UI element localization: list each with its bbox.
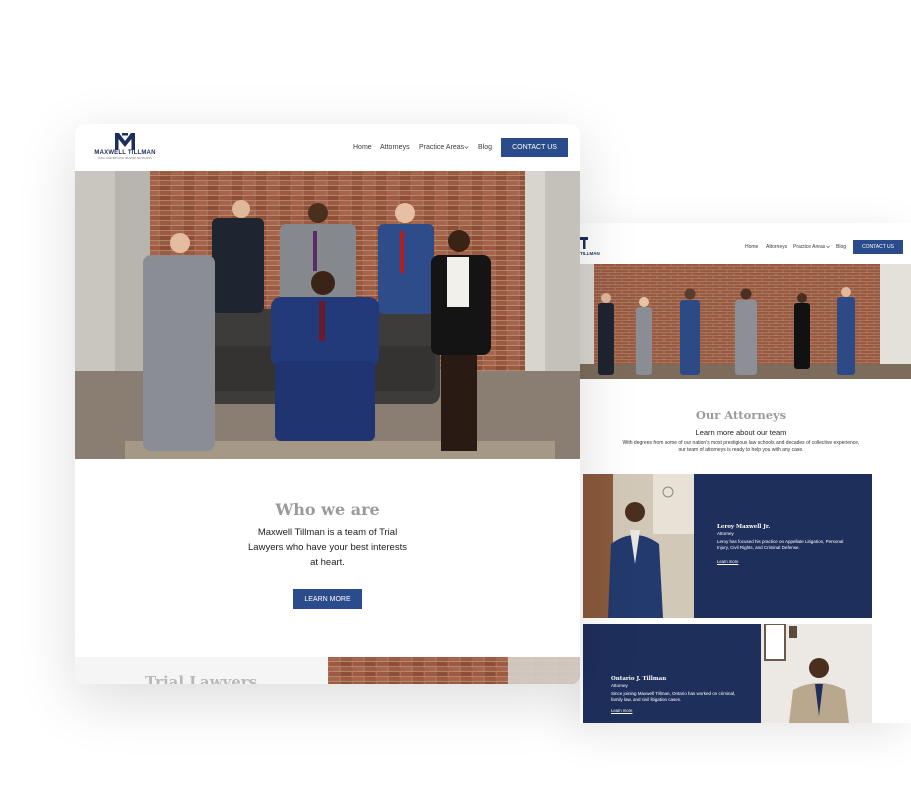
team-hero-photo [75, 171, 580, 459]
attorney-name: Ontario J. Tillman [611, 676, 667, 682]
attorney-name: Leroy Maxwell Jr. [717, 524, 771, 530]
attorney-bio: Leroy has focused his practice on Appell… [717, 539, 844, 550]
learn-more-label: LEARN MORE [304, 595, 351, 603]
attorney-role: Attorney [717, 531, 734, 536]
nav-attorneys[interactable]: Attorneys [766, 244, 787, 250]
attorney-learn-more-link[interactable]: Learn more [611, 708, 632, 713]
nav-blog[interactable]: Blog [836, 244, 846, 250]
nav-home[interactable]: Home [745, 244, 758, 250]
chevron-down-icon [826, 245, 830, 249]
contact-us-label: CONTACT US [861, 244, 895, 250]
brand-name: MAXWELL TILLMAN [94, 150, 156, 156]
who-we-are-title: Who we are [275, 500, 380, 519]
attorney-bio: Since joining Maxwell Tillman, Ontario h… [611, 691, 736, 702]
nav-attorneys[interactable]: Attorneys [380, 144, 410, 151]
nav-practice-areas[interactable]: Practice Areas [793, 244, 825, 250]
attorneys-page-mockup: TILLMAN Home Attorneys Practice Areas Bl… [580, 223, 911, 723]
next-section-photo [328, 657, 580, 684]
who-we-are-text: Maxwell Tillman is a team of Trial Lawye… [248, 527, 407, 568]
attorney-photo-leroy [583, 474, 694, 618]
attorney-learn-more-link[interactable]: Learn more [717, 559, 738, 564]
attorneys-title: Our Attorneys [695, 408, 787, 422]
contact-us-button[interactable]: CONTACT US [853, 240, 903, 254]
attorney-card-leroy: Leroy Maxwell Jr. Attorney Leroy has foc… [694, 474, 872, 618]
attorneys-hero-photo [580, 264, 911, 379]
attorneys-subtitle: Learn more about our team [695, 428, 787, 437]
nav-practice-areas[interactable]: Practice Areas [419, 144, 464, 151]
next-section-title: Trial Lawyers [145, 673, 258, 684]
nav-home[interactable]: Home [353, 144, 372, 151]
mt-monogram-icon [115, 133, 135, 150]
attorney-role: Attorney [611, 683, 628, 688]
home-page-mockup: MAXWELL TILLMAN TRIAL LAWYERS AND TRUSTE… [75, 124, 580, 684]
attorney-card-ontario: Ontario J. Tillman Attorney Since joinin… [583, 624, 761, 723]
logo-partial-text: TILLMAN [580, 251, 600, 256]
chevron-down-icon [464, 146, 469, 149]
contact-us-label: CONTACT US [512, 144, 557, 151]
contact-us-button[interactable]: CONTACT US [501, 138, 568, 157]
brand-tagline: TRIAL LAWYERS AND TRUSTED ADVOCATES [98, 157, 152, 160]
brand-logo[interactable]: MAXWELL TILLMAN TRIAL LAWYERS AND TRUSTE… [89, 133, 161, 163]
logo-partial-icon [580, 237, 588, 249]
attorney-photo-ontario [761, 624, 872, 723]
attorneys-description: With degrees from some of our nation's m… [622, 440, 860, 453]
nav-blog[interactable]: Blog [478, 144, 492, 151]
learn-more-button[interactable]: LEARN MORE [293, 589, 362, 609]
